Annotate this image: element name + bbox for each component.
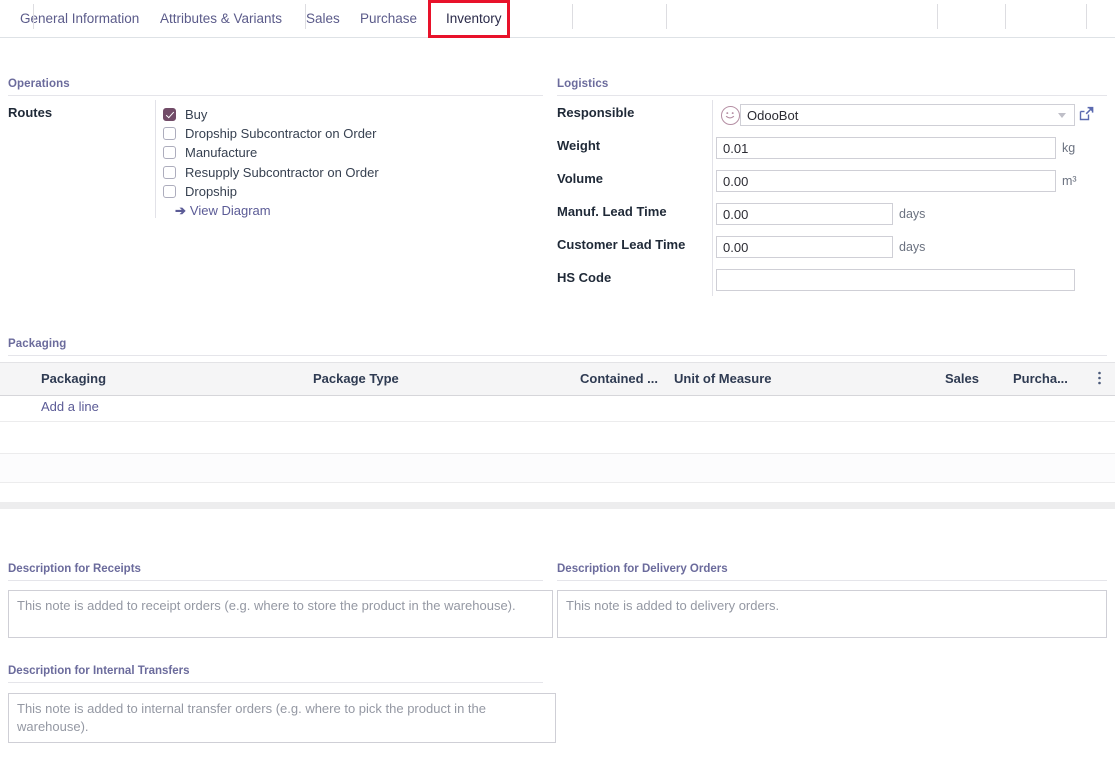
logistics-group-title: Logistics bbox=[557, 78, 608, 90]
column-divider bbox=[33, 4, 34, 29]
customer-lead-time-input[interactable] bbox=[716, 236, 893, 258]
external-link-icon[interactable] bbox=[1078, 105, 1095, 122]
route-option-dropship[interactable]: Dropship bbox=[163, 181, 237, 200]
column-header-package-type[interactable]: Package Type bbox=[313, 362, 565, 395]
column-divider bbox=[666, 4, 667, 29]
arrow-right-icon: ➔ bbox=[175, 203, 186, 218]
description-delivery-rule bbox=[557, 580, 1107, 581]
tab-purchase[interactable]: Purchase bbox=[348, 0, 429, 37]
route-option-resupply-subcontractor-on-order[interactable]: Resupply Subcontractor on Order bbox=[163, 162, 379, 181]
route-checkbox-dropship-subcontractor-on-order[interactable] bbox=[163, 127, 176, 140]
weight-label: Weight bbox=[557, 138, 600, 153]
tab-general-information[interactable]: General Information bbox=[8, 0, 151, 37]
column-divider bbox=[572, 4, 573, 29]
routes-label: Routes bbox=[8, 105, 52, 120]
notebook-tabs: General Information Attributes & Variant… bbox=[0, 0, 1115, 38]
responsible-label: Responsible bbox=[557, 105, 634, 120]
route-label-manufacture: Manufacture bbox=[185, 145, 257, 160]
description-receipts-title: Description for Receipts bbox=[8, 563, 141, 575]
tab-inventory[interactable]: Inventory bbox=[434, 0, 514, 37]
description-receipts-textarea[interactable] bbox=[8, 590, 553, 638]
manuf-lead-time-label: Manuf. Lead Time bbox=[557, 204, 667, 219]
route-option-dropship-subcontractor-on-order[interactable]: Dropship Subcontractor on Order bbox=[163, 123, 376, 142]
volume-input[interactable] bbox=[716, 170, 1056, 192]
logistics-group-rule bbox=[557, 95, 1107, 96]
route-label-buy: Buy bbox=[185, 107, 207, 122]
packaging-empty-row bbox=[0, 453, 1115, 483]
customer-lead-time-label: Customer Lead Time bbox=[557, 237, 685, 252]
manuf-lead-time-unit: days bbox=[899, 207, 925, 221]
volume-unit: m³ bbox=[1062, 174, 1077, 188]
column-header-sales[interactable]: Sales bbox=[945, 362, 1000, 395]
hs-code-label: HS Code bbox=[557, 270, 611, 285]
column-header-packaging[interactable]: Packaging bbox=[41, 362, 301, 395]
description-internal-rule bbox=[8, 682, 543, 683]
description-delivery-textarea[interactable] bbox=[557, 590, 1107, 638]
description-delivery-title: Description for Delivery Orders bbox=[557, 563, 728, 575]
column-divider bbox=[937, 4, 938, 29]
route-checkbox-buy[interactable] bbox=[163, 108, 176, 121]
route-label-dropship-subcontractor-on-order: Dropship Subcontractor on Order bbox=[185, 126, 376, 141]
operations-group-title: Operations bbox=[8, 78, 70, 90]
packaging-group-rule bbox=[8, 355, 1107, 356]
route-option-buy[interactable]: Buy bbox=[163, 104, 207, 123]
column-divider bbox=[1005, 4, 1006, 29]
weight-input[interactable] bbox=[716, 137, 1056, 159]
operations-group-rule bbox=[8, 95, 543, 96]
hs-code-input[interactable] bbox=[716, 269, 1075, 291]
logistics-column-divider bbox=[712, 100, 713, 296]
column-header-contained[interactable]: Contained ... bbox=[580, 362, 662, 395]
packaging-empty-row bbox=[0, 422, 1115, 453]
column-header-unit-of-measure[interactable]: Unit of Measure bbox=[674, 362, 929, 395]
weight-unit: kg bbox=[1062, 141, 1075, 155]
route-checkbox-resupply-subcontractor-on-order[interactable] bbox=[163, 166, 176, 179]
packaging-group-title: Packaging bbox=[8, 338, 66, 350]
view-diagram-link[interactable]: ➔ View Diagram bbox=[175, 203, 271, 219]
route-option-manufacture[interactable]: Manufacture bbox=[163, 142, 257, 161]
vertical-dots-icon[interactable] bbox=[1097, 371, 1102, 389]
route-checkbox-manufacture[interactable] bbox=[163, 146, 176, 159]
route-label-resupply-subcontractor-on-order: Resupply Subcontractor on Order bbox=[185, 165, 379, 180]
description-receipts-rule bbox=[8, 580, 543, 581]
tab-attributes-variants[interactable]: Attributes & Variants bbox=[148, 0, 294, 37]
customer-lead-time-unit: days bbox=[899, 240, 925, 254]
responsible-input[interactable] bbox=[740, 104, 1075, 126]
column-header-purchase[interactable]: Purcha... bbox=[1013, 362, 1079, 395]
packaging-row-addline[interactable] bbox=[0, 396, 1115, 422]
column-divider bbox=[305, 4, 306, 29]
manuf-lead-time-input[interactable] bbox=[716, 203, 893, 225]
volume-label: Volume bbox=[557, 171, 603, 186]
description-internal-title: Description for Internal Transfers bbox=[8, 665, 190, 677]
route-checkbox-dropship[interactable] bbox=[163, 185, 176, 198]
route-label-dropship: Dropship bbox=[185, 184, 237, 199]
column-divider bbox=[1086, 4, 1087, 29]
view-diagram-label: View Diagram bbox=[190, 203, 271, 218]
chevron-down-icon[interactable] bbox=[1058, 113, 1066, 118]
tab-sales[interactable]: Sales bbox=[294, 0, 352, 37]
smiley-avatar-icon bbox=[721, 106, 740, 125]
description-internal-textarea[interactable] bbox=[8, 693, 556, 743]
operations-column-divider bbox=[155, 100, 156, 218]
section-separator-band bbox=[0, 502, 1115, 509]
